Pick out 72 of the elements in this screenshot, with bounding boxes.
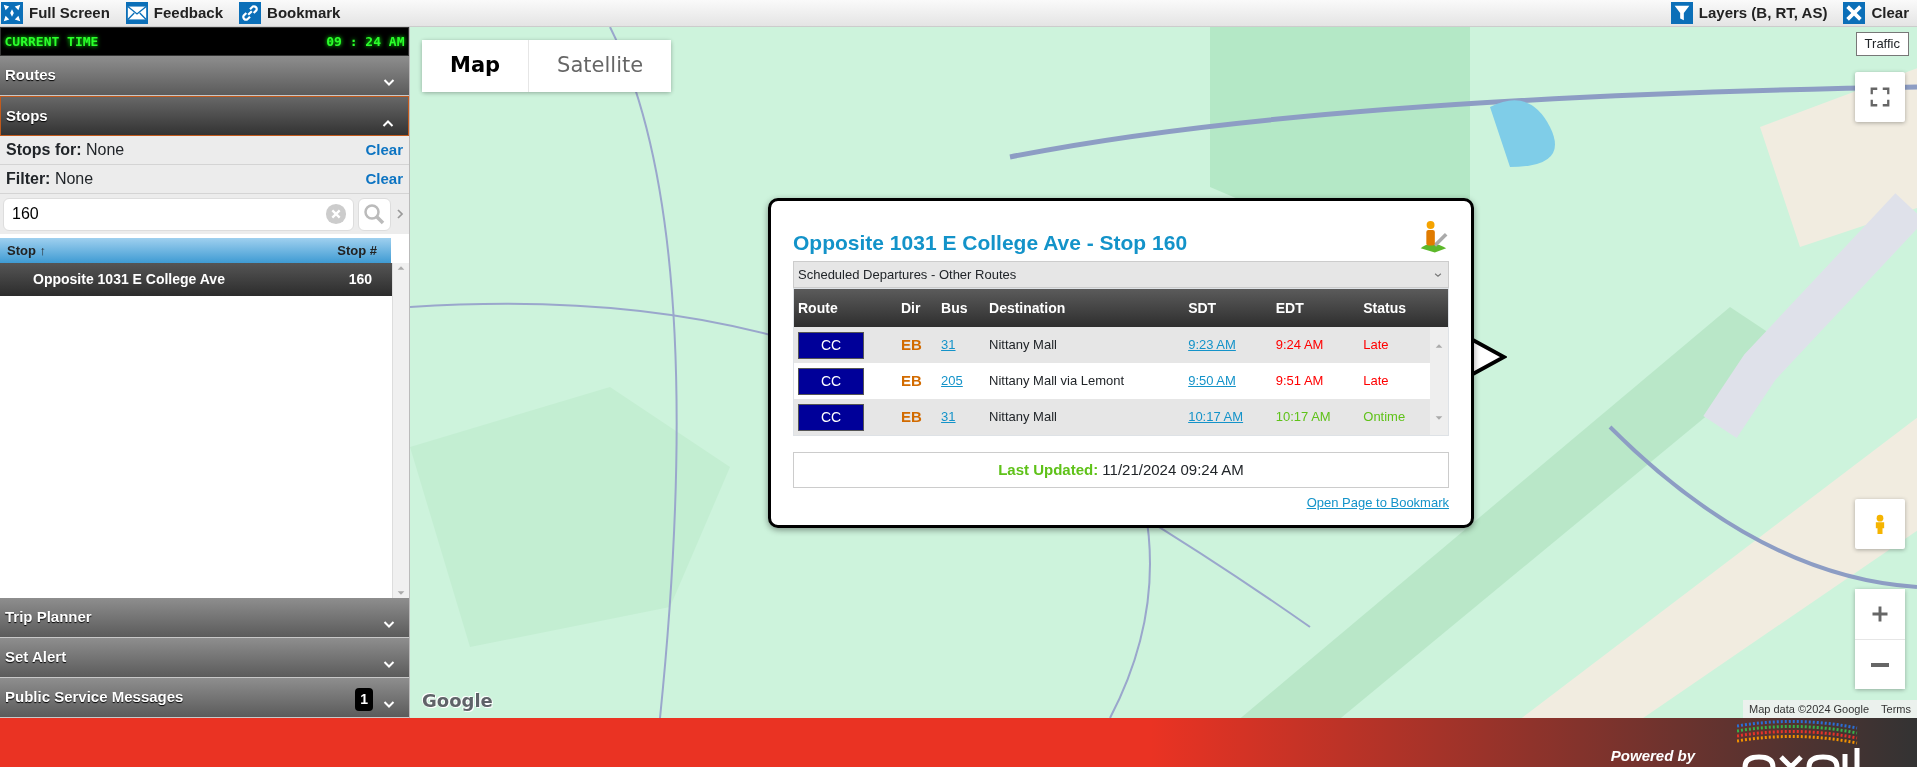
clock-time: 09 : 24 AM: [326, 32, 405, 51]
status-text: Late: [1363, 337, 1389, 353]
column-header: Dir: [896, 289, 938, 327]
section-header[interactable]: Routes: [0, 56, 409, 96]
column-header[interactable]: Stop #: [337, 240, 391, 261]
search-box[interactable]: 160: [3, 197, 354, 231]
route-badge: CC: [798, 403, 864, 431]
section-header[interactable]: Trip Planner: [0, 598, 409, 638]
direction-text: EB: [900, 335, 922, 353]
column-header: Destination: [985, 289, 1185, 327]
plus-icon: [1870, 604, 1890, 624]
fullscreen-button[interactable]: [1855, 72, 1905, 122]
map-attribution: Map data ©2024 Google: [1749, 701, 1870, 717]
destination-text: Nittany Mall: [989, 409, 1057, 425]
clear-icon: [325, 203, 347, 225]
fullscreen-icon: [1869, 86, 1891, 108]
last-updated-text: Last Updated: 11/21/2024 09:24 AM: [998, 459, 1244, 480]
column-header: Route: [794, 289, 897, 327]
stop-number: 160: [348, 270, 372, 289]
powered-by-text: Powered by: [1610, 745, 1695, 766]
stop-name: Opposite 1031 E College Ave: [33, 270, 225, 289]
popup-title: Opposite 1031 E College Ave - Stop 160: [793, 229, 1188, 255]
search-icon: [362, 202, 386, 226]
filter-label: Filter: None: [6, 169, 94, 189]
direction-text: EB: [900, 371, 922, 389]
destination-text: Nittany Mall: [989, 337, 1057, 353]
map-type-tab[interactable]: Map: [422, 40, 529, 92]
column-header: SDT: [1184, 289, 1272, 327]
clear-link[interactable]: Clear: [365, 167, 403, 191]
bus-link[interactable]: 205: [941, 373, 963, 389]
clock-label: CURRENT TIME: [4, 32, 99, 51]
estimated-time: 10:17 AM: [1275, 409, 1331, 425]
clear-link[interactable]: Clear: [365, 138, 403, 162]
section-header[interactable]: Stops: [0, 96, 409, 136]
estimated-time: 9:51 AM: [1275, 373, 1324, 389]
toolbar-button[interactable]: Full Screen: [0, 1, 118, 25]
zoom-out-button[interactable]: [1855, 639, 1905, 689]
column-header[interactable]: Stop ↑: [0, 240, 46, 261]
envelope-icon: [124, 2, 149, 24]
section-header[interactable]: Set Alert: [0, 638, 409, 678]
map-type-tab[interactable]: Satellite: [528, 40, 672, 92]
toolbar-button[interactable]: Layers (B, RT, AS): [1669, 1, 1836, 25]
bookmark-link[interactable]: Open Page to Bookmark: [1306, 494, 1449, 510]
minus-icon: [1871, 662, 1889, 667]
count-badge: 1: [355, 688, 373, 711]
route-badge: CC: [798, 367, 864, 395]
map-logo: Google: [422, 689, 493, 713]
scrollbar[interactable]: [392, 263, 409, 598]
status-text: Late: [1363, 373, 1389, 389]
terms-link[interactable]: Terms: [1881, 700, 1911, 717]
filter-icon: [1669, 2, 1694, 24]
status-text: Ontime: [1363, 409, 1406, 425]
filter-label: Stops for: None: [6, 140, 125, 160]
toolbar-button[interactable]: Feedback: [124, 1, 232, 25]
expand-icon: [0, 2, 24, 24]
traffic-tooltip: Traffic: [1855, 32, 1909, 56]
destination-text: Nittany Mall via Lemont: [989, 373, 1125, 389]
column-header: Bus: [937, 289, 985, 327]
route-badge: CC: [798, 331, 864, 359]
zoom-in-button[interactable]: [1855, 589, 1905, 639]
direction-text: EB: [900, 407, 922, 425]
column-header: Status: [1359, 289, 1430, 327]
column-header: EDT: [1271, 289, 1360, 327]
section-header[interactable]: Public Service Messages 1: [0, 678, 409, 718]
toolbar-button[interactable]: Clear: [1842, 1, 1917, 25]
close-icon: [1842, 2, 1867, 24]
time-link[interactable]: 9:50 AM: [1188, 373, 1236, 389]
chain-link-icon: [238, 2, 263, 24]
toolbar-button[interactable]: Bookmark: [238, 1, 349, 25]
stop-row[interactable]: Opposite 1031 E College Ave 160: [0, 263, 392, 296]
departures-dropdown[interactable]: Scheduled Departures - Other Routes: [793, 261, 1449, 288]
estimated-time: 9:24 AM: [1275, 337, 1324, 353]
